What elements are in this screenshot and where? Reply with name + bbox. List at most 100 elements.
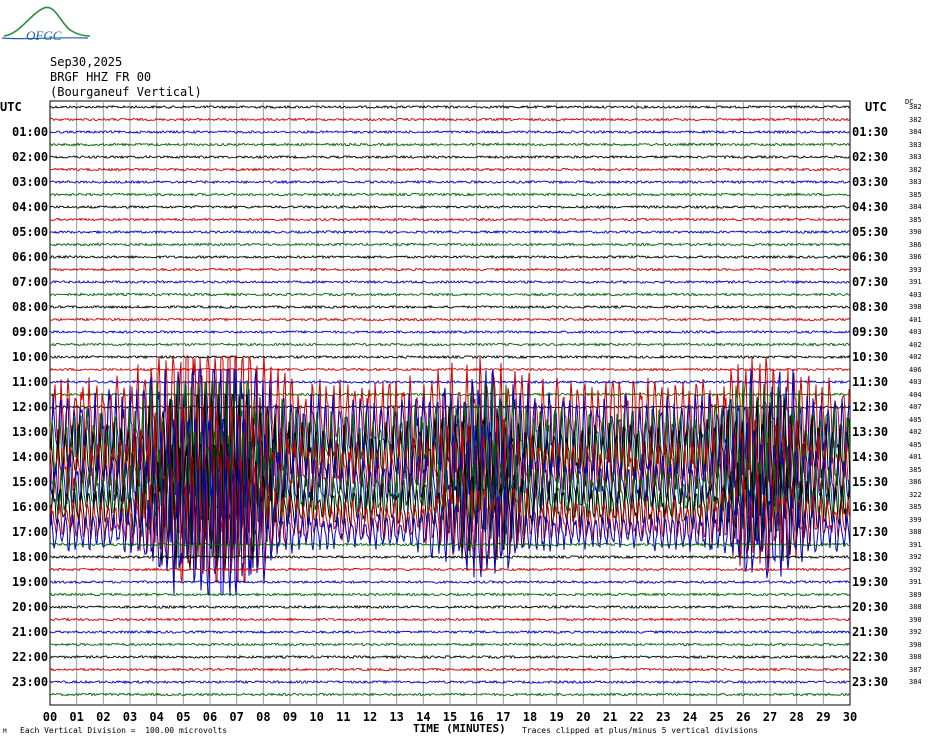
dc-offset-label: 388 [909, 653, 922, 661]
hour-label-left: 02:00 [12, 150, 49, 164]
hour-label-left: 14:00 [12, 450, 49, 464]
x-tick-label: 28 [789, 710, 804, 724]
dc-offset-label: 383 [909, 178, 922, 186]
left-utc-title: UTC [0, 100, 22, 114]
division-note: Each Vertical Division = 100.00 microvol… [20, 726, 228, 735]
hour-label-right: 22:30 [852, 650, 889, 664]
x-tick-label: 10 [309, 710, 324, 724]
x-tick-label: 19 [549, 710, 564, 724]
dc-offset-label: 385 [909, 503, 922, 511]
x-tick-label: 04 [149, 710, 164, 724]
hour-label-left: 04:00 [12, 200, 49, 214]
dc-offset-label: 390 [909, 615, 922, 624]
hour-label-left: 23:00 [12, 675, 49, 689]
hour-label-left: 06:00 [12, 250, 49, 264]
dc-offset-label: 384 [909, 128, 922, 136]
hour-label-left: 21:00 [12, 625, 49, 639]
dc-offset-label: 385 [909, 215, 922, 224]
x-tick-label: 13 [389, 710, 404, 724]
x-tick-label: 11 [336, 710, 351, 724]
dc-offset-label: 388 [909, 528, 922, 536]
dc-offset-label: 386 [909, 253, 922, 261]
hour-label-right: 19:30 [852, 575, 889, 589]
dc-offset-label: 402 [909, 340, 922, 349]
x-tick-label: 24 [682, 710, 698, 724]
dc-offset-label: 382 [909, 165, 922, 174]
dc-offset-label: 385 [909, 465, 922, 474]
x-axis-label: TIME (MINUTES) [413, 722, 506, 735]
hour-label-right: 21:30 [852, 625, 889, 639]
hour-label-left: 22:00 [12, 650, 49, 664]
hour-label-right: 06:30 [852, 250, 889, 264]
hour-label-left: 17:00 [12, 525, 49, 539]
dc-offset-label: 403 [909, 378, 922, 386]
dc-offset-label: 391 [909, 278, 922, 286]
dc-offset-label: 402 [909, 428, 922, 436]
hour-label-left: 08:00 [12, 300, 49, 314]
hour-label-right: 07:30 [852, 275, 889, 289]
hour-label-right: 03:30 [852, 175, 889, 189]
hour-label-left: 12:00 [12, 400, 49, 414]
clip-note: Traces clipped at plus/minus 5 vertical … [522, 726, 759, 735]
dc-offset-label: 404 [909, 390, 922, 399]
dc-offset-label: 386 [909, 478, 922, 486]
dc-offset-label: 392 [909, 553, 922, 561]
x-tick-label: 08 [256, 710, 271, 724]
hour-label-right: 16:30 [852, 500, 889, 514]
hour-label-right: 01:30 [852, 125, 889, 139]
x-tick-label: 25 [709, 710, 724, 724]
dc-offset-label: 398 [909, 303, 922, 311]
hour-label-left: 15:00 [12, 475, 49, 489]
x-tick-label: 00 [42, 710, 58, 724]
hour-label-right: 11:30 [852, 375, 889, 389]
hour-label-right: 18:30 [852, 550, 889, 564]
dc-offset-label: 401 [909, 453, 922, 461]
x-tick-label: 26 [736, 710, 751, 724]
x-tick-label: 12 [362, 710, 378, 724]
x-tick-label: 02 [96, 710, 111, 724]
dc-offset-label: 390 [909, 640, 922, 649]
dc-offset-label: 386 [909, 240, 922, 249]
hour-label-right: 09:30 [852, 325, 889, 339]
dc-offset-label: 383 [909, 153, 922, 161]
right-utc-title: UTC [865, 100, 887, 114]
dc-offset-label: 382 [909, 103, 922, 111]
hour-label-right: 05:30 [852, 225, 889, 239]
hour-label-left: 07:00 [12, 275, 49, 289]
dc-offset-label: 402 [909, 353, 922, 361]
dc-offset-label: 387 [909, 665, 922, 674]
hour-label-right: 10:30 [852, 350, 889, 364]
dc-offset-label: 399 [909, 515, 922, 524]
hour-label-left: 11:00 [12, 375, 49, 389]
dc-offset-label: 384 [909, 203, 922, 211]
hour-label-right: 13:30 [852, 425, 889, 439]
dc-offset-label: 388 [909, 603, 922, 611]
dc-offset-label: 393 [909, 265, 922, 274]
dc-offset-label: 389 [909, 590, 922, 599]
hour-label-left: 01:00 [12, 125, 49, 139]
hour-label-right: 20:30 [852, 600, 889, 614]
x-tick-label: 09 [282, 710, 298, 724]
dc-offset-label: 385 [909, 190, 922, 199]
x-tick-label: 05 [176, 710, 191, 724]
x-tick-label: 03 [122, 710, 138, 724]
hour-label-right: 14:30 [852, 450, 889, 464]
x-tick-label: 29 [816, 710, 831, 724]
dc-offset-label: 403 [909, 328, 922, 336]
dc-offset-label: 390 [909, 228, 922, 236]
hour-label-left: 03:00 [12, 175, 49, 189]
dc-offset-label: 382 [909, 115, 922, 124]
hour-label-right: 23:30 [852, 675, 889, 689]
footer-mark: M [3, 728, 7, 735]
dc-offset-label: 392 [909, 628, 922, 636]
dc-offset-label: 405 [909, 415, 922, 424]
x-tick-label: 21 [602, 710, 618, 724]
hour-label-left: 18:00 [12, 550, 49, 564]
dc-offset-label: 322 [909, 490, 922, 499]
x-tick-label: 18 [522, 710, 538, 724]
helicorder-plot [49, 100, 851, 706]
hour-label-right: 17:30 [852, 525, 889, 539]
hour-label-left: 05:00 [12, 225, 49, 239]
dc-offset-label: 392 [909, 565, 922, 574]
dc-offset-label: 391 [909, 540, 922, 549]
